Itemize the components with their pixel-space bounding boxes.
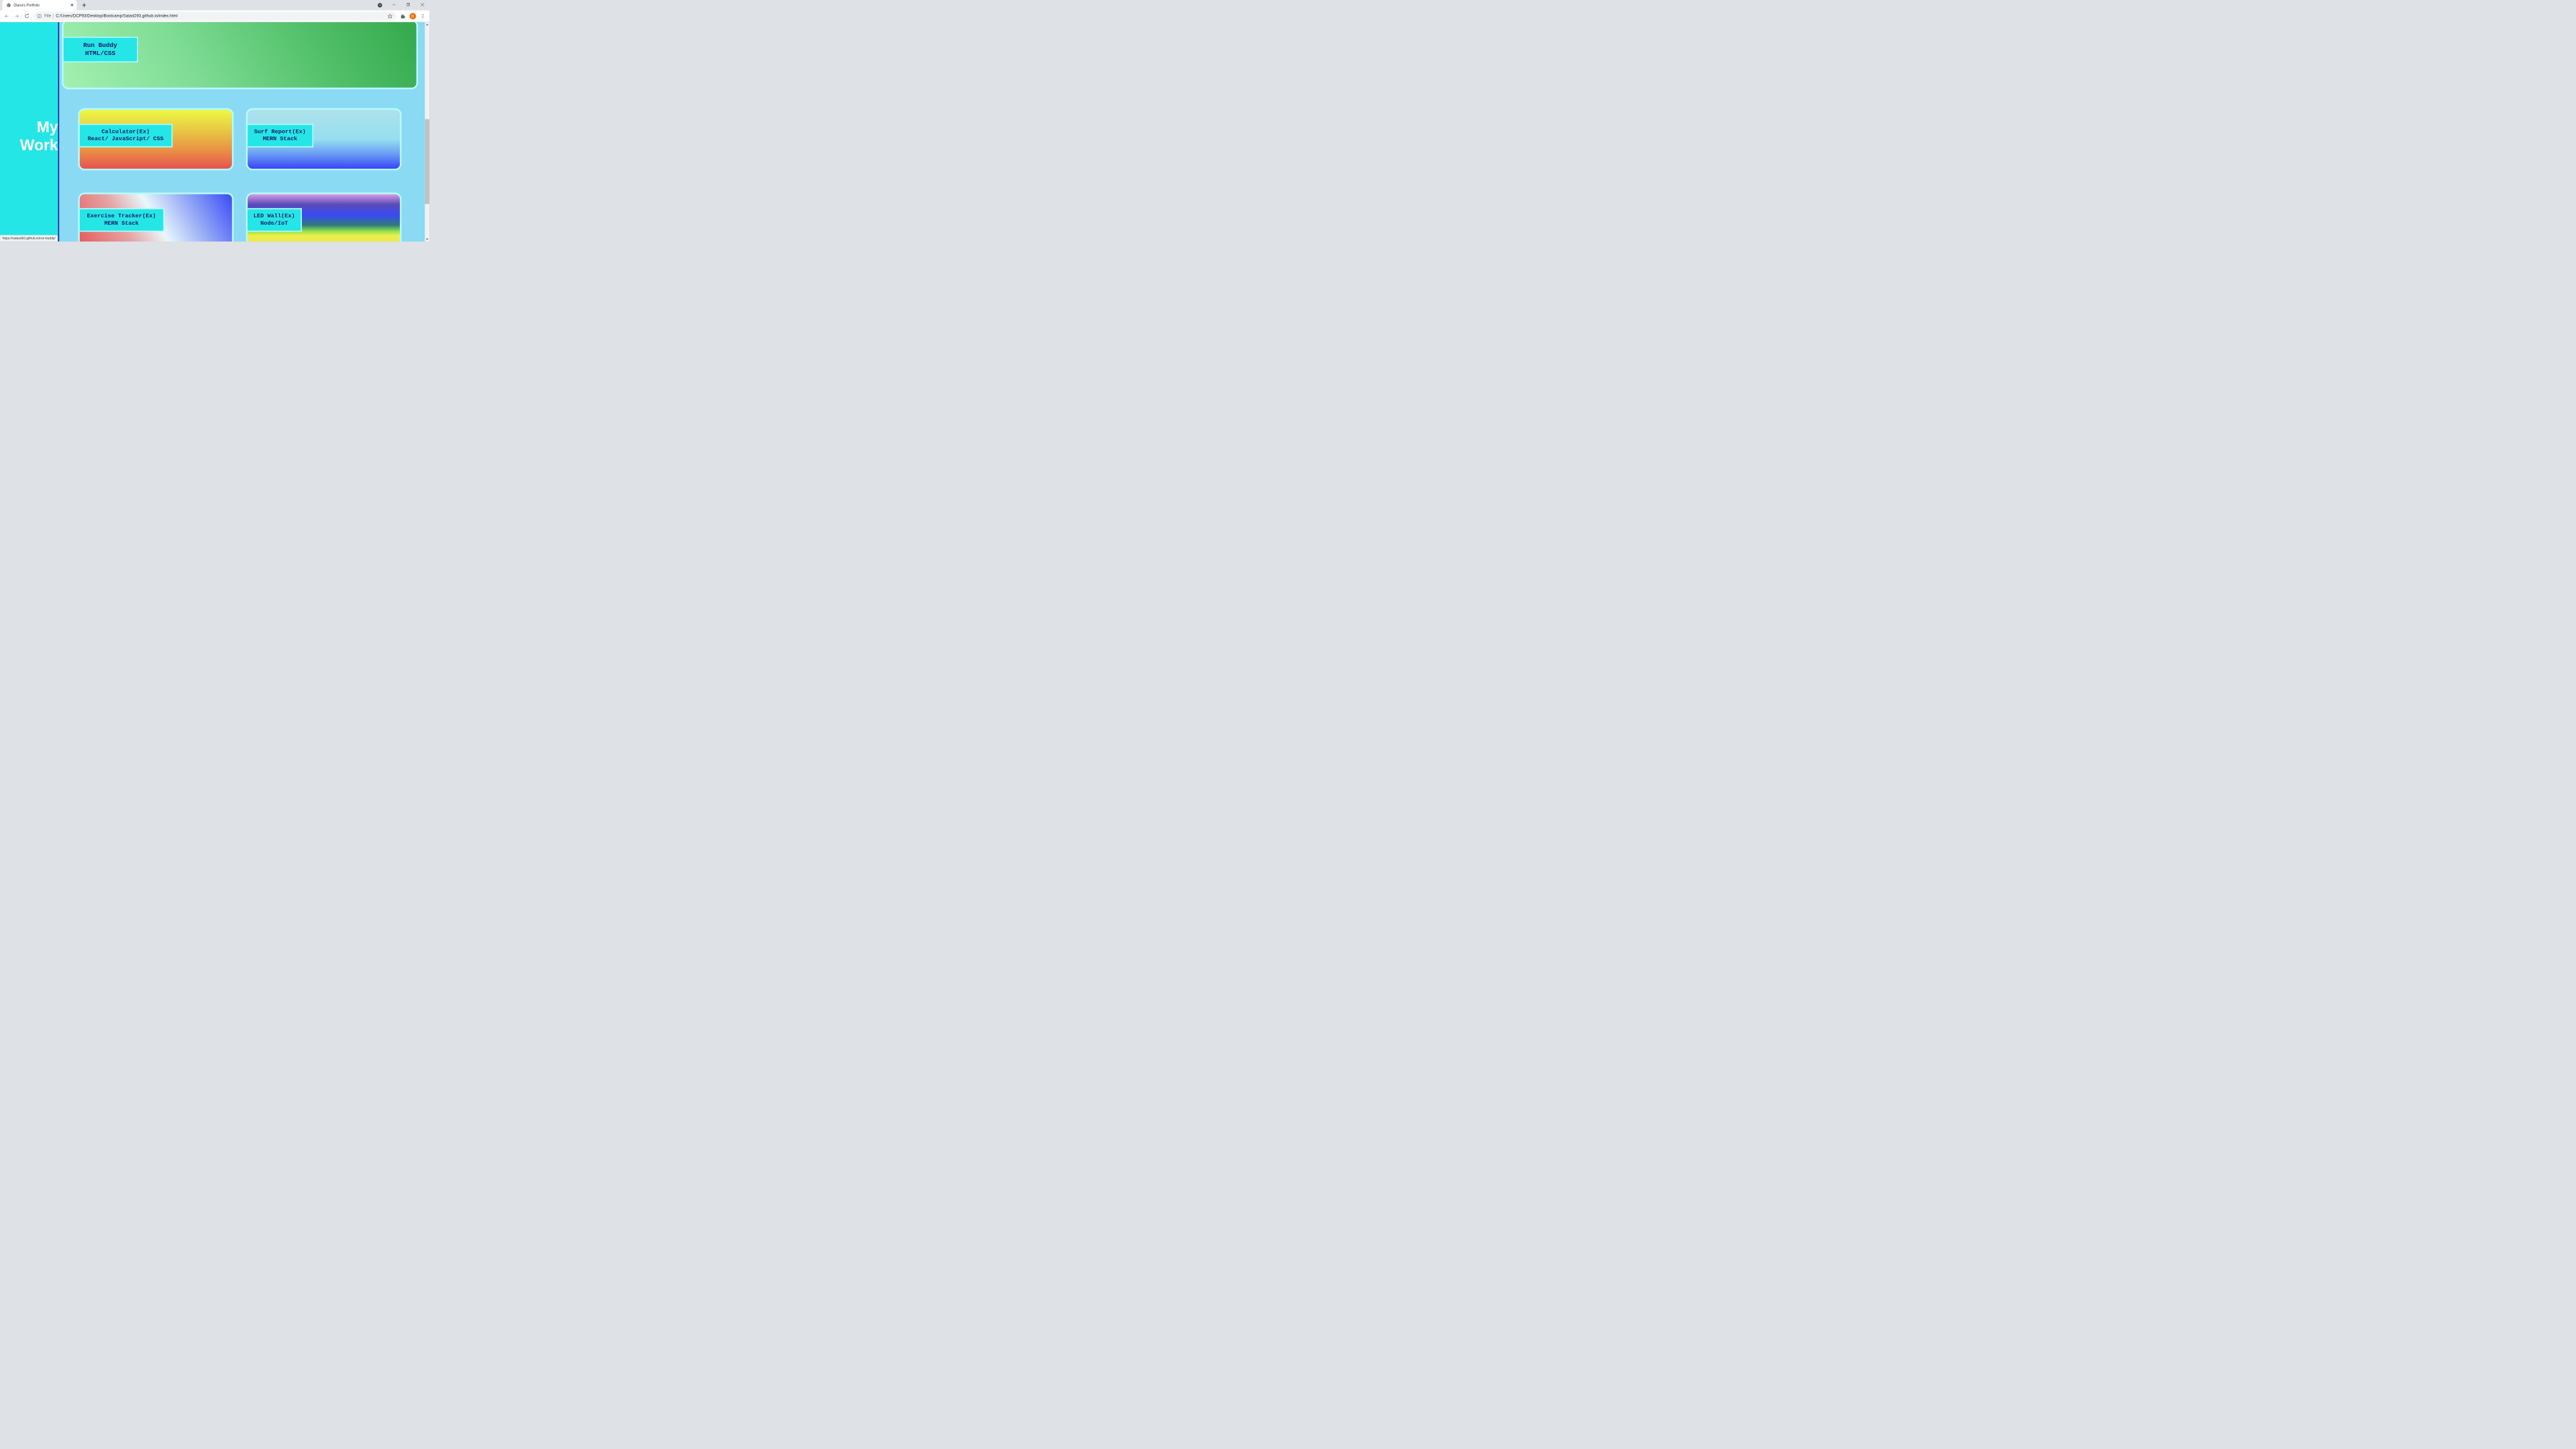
- project-tech: HTML/CSS: [85, 50, 115, 57]
- project-name: LED Wall(Ex): [253, 213, 295, 220]
- project-label: Exercise Tracker(Ex) MERN Stack: [79, 208, 164, 232]
- tab-title: Diana's Portfolio: [13, 3, 40, 7]
- reload-icon[interactable]: [24, 13, 30, 19]
- restore-button[interactable]: [402, 0, 415, 9]
- avatar[interactable]: D: [409, 13, 417, 19]
- project-name: Surf Report(Ex): [254, 128, 306, 136]
- tab-strip: Diana's Portfolio: [0, 0, 430, 11]
- project-label: LED Wall(Ex) Node/IoT: [248, 208, 302, 232]
- project-label: Calculator(Ex) React/ JavaScript/ CSS: [79, 123, 173, 148]
- browser-toolbar: File C:/Users/DCP93/Desktop/Bootcamp/Sal…: [0, 10, 430, 22]
- globe-icon: [7, 3, 11, 7]
- project-card-calculator[interactable]: Calculator(Ex) React/ JavaScript/ CSS: [78, 108, 234, 170]
- minimize-icon: [392, 4, 396, 5]
- link-status-bubble: https://salasd93.github.io/run-buddy/: [0, 235, 58, 242]
- sidebar-divider: [58, 22, 60, 242]
- restore-icon: [407, 3, 410, 7]
- address-bar[interactable]: File C:/Users/DCP93/Desktop/Bootcamp/Sal…: [34, 11, 396, 21]
- scrollbar-thumb[interactable]: [425, 119, 430, 205]
- project-card-run-buddy[interactable]: Run Buddy HTML/CSS: [62, 22, 419, 90]
- scroll-up-arrow-icon[interactable]: [425, 22, 429, 27]
- heading-line-1: My: [36, 118, 58, 136]
- browser-window: Diana's Portfolio File C:/Users/DCP93/De…: [0, 0, 430, 242]
- extensions-icon[interactable]: [400, 13, 406, 19]
- project-card-exercise-tracker[interactable]: Exercise Tracker(Ex) MERN Stack: [78, 193, 234, 242]
- window-close-button[interactable]: [416, 0, 429, 9]
- kebab-icon[interactable]: [420, 13, 425, 19]
- screen: Diana's Portfolio File C:/Users/DCP93/De…: [0, 0, 1052, 592]
- url-text[interactable]: C:/Users/DCP93/Desktop/Bootcamp/SalasD93…: [56, 13, 177, 18]
- project-card-surf-report[interactable]: Surf Report(Ex) MERN Stack: [246, 108, 402, 170]
- heading-line-2: Work: [19, 136, 58, 154]
- section-heading: My Work: [20, 118, 58, 154]
- project-name: Calculator(Ex): [101, 128, 150, 136]
- page-viewport: My Work Run Buddy HTML/CSS Calculator(Ex…: [0, 22, 430, 242]
- project-name: Run Buddy: [83, 42, 117, 50]
- project-tech: MERN Stack: [104, 220, 139, 227]
- star-icon[interactable]: [387, 13, 393, 19]
- project-label: Run Buddy HTML/CSS: [63, 36, 138, 63]
- profile-menu-icon[interactable]: [378, 3, 382, 8]
- project-tech: Node/IoT: [260, 220, 288, 227]
- tab-dianas-portfolio[interactable]: Diana's Portfolio: [2, 0, 77, 11]
- window-close-icon: [421, 3, 425, 7]
- url-scheme: File: [44, 13, 52, 19]
- scroll-down-arrow-icon[interactable]: [425, 237, 429, 241]
- section-sidebar: My Work: [0, 22, 58, 242]
- minimize-button[interactable]: [387, 0, 400, 9]
- project-label: Surf Report(Ex) MERN Stack: [248, 123, 314, 148]
- project-tech: MERN Stack: [262, 136, 298, 142]
- project-card-led-wall[interactable]: LED Wall(Ex) Node/IoT: [246, 193, 402, 242]
- project-name: Exercise Tracker(Ex): [87, 213, 156, 220]
- forward-icon[interactable]: [14, 13, 19, 19]
- project-tech: React/ JavaScript/ CSS: [87, 136, 164, 142]
- info-icon[interactable]: [37, 14, 42, 19]
- close-icon[interactable]: [70, 3, 74, 7]
- plus-icon[interactable]: [82, 3, 87, 7]
- back-icon[interactable]: [4, 13, 9, 19]
